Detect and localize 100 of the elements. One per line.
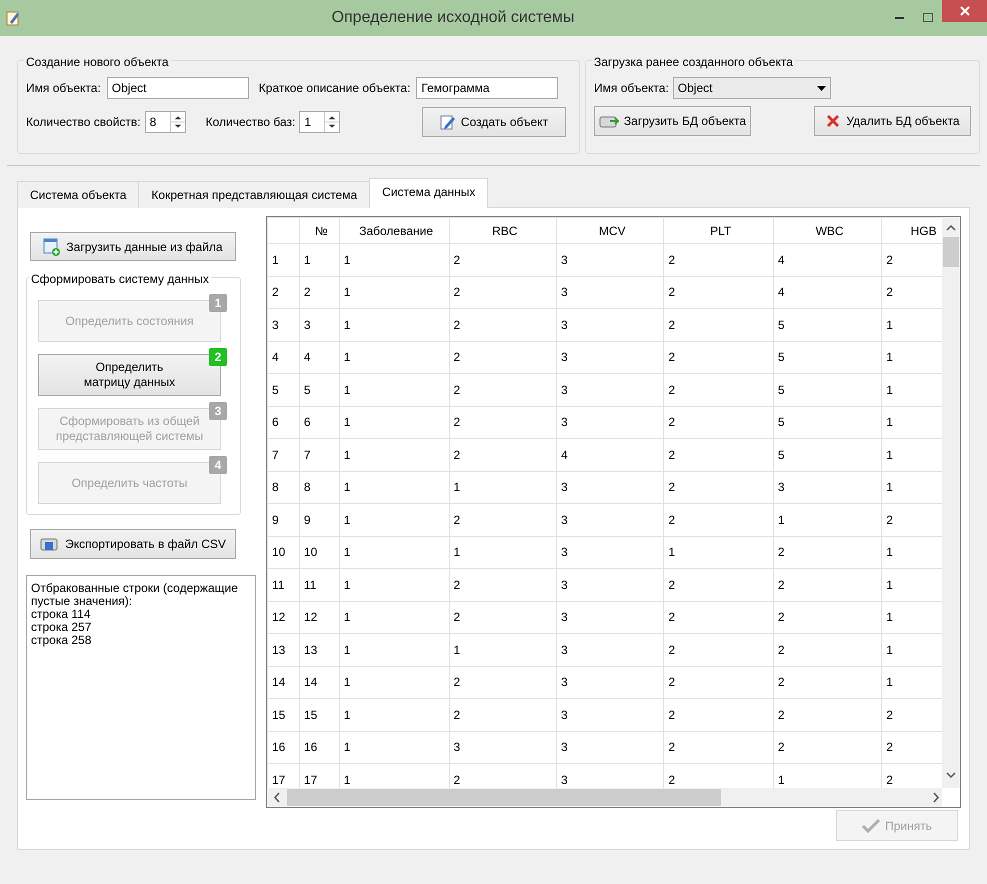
table-cell: 1 (339, 276, 450, 308)
table-cell: 2 (664, 276, 774, 308)
row-header[interactable]: 14 (268, 666, 300, 698)
row-header[interactable]: 7 (268, 438, 300, 471)
table-cell: 2 (664, 374, 774, 406)
table-cell: 2 (664, 698, 774, 731)
create-object-button[interactable]: Создать объект (422, 107, 566, 137)
table-cell: 2 (449, 406, 556, 438)
table-cell: 5 (773, 341, 882, 374)
log-line: строка 258 (31, 634, 92, 647)
table-cell: 3 (449, 731, 556, 764)
table-cell: 2 (664, 406, 774, 438)
row-header[interactable]: 5 (268, 374, 300, 406)
column-header[interactable]: PLT (664, 218, 774, 244)
load-data-button[interactable]: Загрузить данные из файла (30, 232, 236, 262)
export-csv-button[interactable]: Экспортировать в файл CSV (30, 529, 236, 559)
field-label: Имя объекта: (26, 80, 101, 97)
delete-icon (825, 113, 842, 129)
horizontal-scrollbar[interactable] (267, 788, 942, 807)
properties-spinbox[interactable]: 8 (144, 111, 186, 133)
table-cell: 3 (556, 666, 664, 698)
row-header[interactable]: 13 (268, 634, 300, 666)
table-cell: 15 (299, 698, 340, 731)
table-cell: 2 (449, 276, 556, 308)
table-cell: 2 (773, 698, 882, 731)
table-cell: 4 (299, 341, 340, 374)
field-label: Количество баз: (206, 114, 296, 131)
table-cell: 7 (299, 438, 340, 471)
column-header[interactable]: MCV (556, 218, 664, 244)
column-header[interactable]: Заболевание (339, 218, 450, 244)
table-cell: 5 (299, 374, 340, 406)
table-cell: 1 (773, 504, 882, 536)
load-database-button[interactable]: Загрузить БД объекта (594, 106, 751, 136)
log-line: строка 257 (31, 620, 92, 634)
table-cell: 3 (556, 308, 664, 341)
column-header[interactable]: WBC (773, 218, 882, 244)
table-cell: 14 (299, 666, 340, 698)
table-cell: 2 (449, 374, 556, 406)
row-header[interactable]: 12 (268, 601, 300, 634)
table-cell: 3 (556, 698, 664, 731)
export-icon (40, 536, 60, 552)
table-cell: 2 (449, 698, 556, 731)
table-cell: 3 (773, 471, 882, 504)
row-header[interactable]: 8 (268, 471, 300, 504)
table-cell: 10 (299, 536, 340, 568)
object-name-field[interactable]: Object (106, 77, 249, 99)
table-cell: 2 (299, 276, 340, 308)
row-header[interactable]: 15 (268, 698, 300, 731)
vertical-scrollbar[interactable] (942, 217, 960, 788)
table-cell: 3 (556, 276, 664, 308)
table-cell: 3 (556, 536, 664, 568)
row-header[interactable]: 3 (268, 308, 300, 341)
table-cell: 1 (339, 666, 450, 698)
row-header[interactable]: 4 (268, 341, 300, 374)
table-cell: 5 (773, 308, 882, 341)
table-cell: 1 (339, 536, 450, 568)
table-cell: 1 (339, 504, 450, 536)
table-cell: 1 (339, 698, 450, 731)
row-header[interactable]: 1 (268, 244, 300, 276)
spin-arrows-icon[interactable] (324, 112, 340, 132)
table-cell: 13 (299, 634, 340, 666)
row-header[interactable]: 17 (268, 764, 300, 788)
table-cell: 4 (773, 276, 882, 308)
row-header[interactable]: 6 (268, 406, 300, 438)
log-line: строка 114 (31, 608, 90, 621)
table-cell: 2 (664, 471, 774, 504)
description-field[interactable]: Гемограмма (416, 77, 558, 99)
table-cell: 1 (449, 536, 556, 568)
table-cell: 4 (773, 244, 882, 276)
step-number-badge: 3 (209, 402, 227, 420)
object-dropdown[interactable]: Object (672, 77, 831, 99)
tab[interactable]: Кокретная представляющая система (138, 181, 370, 208)
row-header[interactable]: 9 (268, 504, 300, 536)
table-cell: 2 (773, 536, 882, 568)
maximize-icon (922, 13, 934, 23)
field-label: Имя объекта: (594, 80, 669, 97)
table-cell: 5 (773, 438, 882, 471)
row-header[interactable]: 11 (268, 568, 300, 601)
close-button[interactable] (942, 0, 987, 22)
table-cell: 2 (773, 666, 882, 698)
edit-icon (440, 114, 456, 130)
log-text: Отбракованные строки (содержащие пустые значения): (31, 582, 239, 608)
delete-database-button[interactable]: Удалить БД объекта (814, 106, 971, 136)
table-cell: 1 (339, 438, 450, 471)
table-cell: 2 (773, 634, 882, 666)
spin-arrows-icon[interactable] (170, 112, 185, 132)
table-add-icon (43, 238, 62, 256)
table-cell: 11 (299, 568, 340, 601)
row-header[interactable]: 2 (268, 276, 300, 308)
tab[interactable]: Система данных (369, 178, 488, 208)
row-header[interactable]: 10 (268, 536, 300, 568)
table-cell: 4 (556, 438, 664, 471)
row-header[interactable]: 16 (268, 731, 300, 764)
table-cell: 2 (449, 666, 556, 698)
table-cell: 2 (664, 731, 774, 764)
column-header[interactable]: № (299, 218, 340, 244)
column-header[interactable]: RBC (449, 218, 556, 244)
table-cell: 3 (556, 731, 664, 764)
tab[interactable]: Система объекта (17, 181, 140, 208)
bases-spinbox[interactable]: 1 (299, 111, 340, 133)
